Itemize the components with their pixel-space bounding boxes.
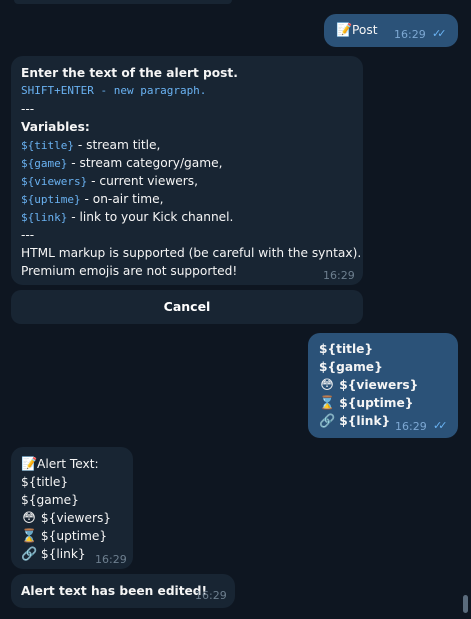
link-icon: 🔗 — [319, 414, 336, 429]
template-line: ${game} — [319, 358, 383, 376]
variable-desc: - stream title, — [73, 138, 161, 152]
message-time: 16:29 — [323, 269, 355, 282]
template-line: ${title} — [319, 340, 373, 358]
outgoing-message-template[interactable]: ${title} ${game} 😳 ${viewers} ⌛ ${uptime… — [308, 333, 458, 438]
flushed-face-icon: 😳 — [22, 511, 36, 526]
alert-text: ${link} — [40, 547, 86, 561]
cancel-button[interactable]: Cancel — [11, 290, 363, 324]
outgoing-message-post[interactable]: 📝Post 16:29 ✓✓ — [324, 14, 458, 47]
variable-desc: - stream category/game, — [67, 156, 223, 170]
variable-row-uptime: ${uptime} - on-air time, — [21, 190, 163, 209]
edited-text: Alert text has been edited! — [21, 584, 208, 598]
previous-message-edge — [14, 0, 232, 4]
template-text: ${title} — [319, 342, 374, 356]
alert-text: ${game} — [21, 493, 79, 507]
variable-code[interactable]: ${title} — [21, 139, 74, 152]
read-checkmarks-icon: ✓✓ — [432, 27, 447, 40]
incoming-message-prompt[interactable]: Enter the text of the alert post. SHIFT+… — [11, 56, 363, 285]
variable-row-link: ${link} - link to your Kick channel. — [21, 208, 233, 227]
alert-line: 🔗 ${link} — [21, 545, 86, 564]
message-time: 16:29 — [394, 28, 426, 41]
incoming-message-edited[interactable]: Alert text has been edited! 16:29 — [11, 574, 235, 608]
divider-text: --- — [21, 228, 35, 242]
template-text: ${link} — [339, 414, 391, 428]
variable-desc: - link to your Kick channel. — [67, 210, 234, 224]
template-text: ${uptime} — [339, 396, 414, 410]
alert-line: ⌛ ${uptime} — [21, 527, 107, 546]
variables-label: Variables: — [21, 120, 90, 134]
memo-icon: 📝 — [21, 457, 38, 472]
divider-text: --- — [21, 102, 35, 116]
emoji-note: Premium emojis are not supported! — [21, 264, 238, 278]
variable-desc: - on-air time, — [80, 192, 164, 206]
html-note: HTML markup is supported (be careful wit… — [21, 246, 362, 260]
message-time: 16:29 — [95, 553, 127, 566]
template-line: 🔗 ${link} — [319, 412, 390, 431]
alert-line: 😳 ${viewers} — [21, 509, 111, 528]
post-line: 📝Post — [336, 21, 378, 40]
shift-enter-hint: SHIFT+ENTER - new paragraph. — [21, 84, 207, 97]
variable-desc: - current viewers, — [87, 174, 199, 188]
link-icon: 🔗 — [21, 547, 38, 562]
variable-code[interactable]: ${uptime} — [21, 193, 81, 206]
alert-header: 📝Alert Text: — [21, 455, 99, 474]
message-time: 16:29 — [195, 589, 227, 602]
post-text: Post — [352, 23, 378, 37]
message-time: 16:29 — [395, 420, 427, 433]
flushed-face-icon: 😳 — [320, 378, 334, 393]
hourglass-icon: ⌛ — [21, 529, 38, 544]
template-line: 😳 ${viewers} — [319, 376, 418, 395]
variable-row-game: ${game} - stream category/game, — [21, 154, 223, 173]
alert-header-text: Alert Text: — [37, 457, 99, 471]
alert-line: ${title} — [21, 473, 68, 491]
incoming-message-alert-text[interactable]: 📝Alert Text: ${title} ${game} 😳 ${viewer… — [11, 447, 133, 569]
variable-row-title: ${title} - stream title, — [21, 136, 160, 155]
template-text: ${viewers} — [339, 378, 419, 392]
variable-row-viewers: ${viewers} - current viewers, — [21, 172, 198, 191]
variable-code[interactable]: ${game} — [21, 157, 67, 170]
alert-text: ${viewers} — [40, 511, 112, 525]
read-checkmarks-icon: ✓✓ — [433, 419, 448, 432]
alert-text: ${uptime} — [40, 529, 108, 543]
prompt-heading: Enter the text of the alert post. — [21, 66, 238, 80]
variable-code[interactable]: ${link} — [21, 211, 67, 224]
hourglass-icon: ⌛ — [319, 396, 336, 411]
scrollbar-thumb[interactable] — [463, 595, 468, 613]
template-line: ⌛ ${uptime} — [319, 394, 413, 413]
template-text: ${game} — [319, 360, 383, 374]
memo-icon: 📝 — [336, 23, 353, 38]
alert-text: ${title} — [21, 475, 69, 489]
alert-line: ${game} — [21, 491, 79, 509]
variable-code[interactable]: ${viewers} — [21, 175, 87, 188]
